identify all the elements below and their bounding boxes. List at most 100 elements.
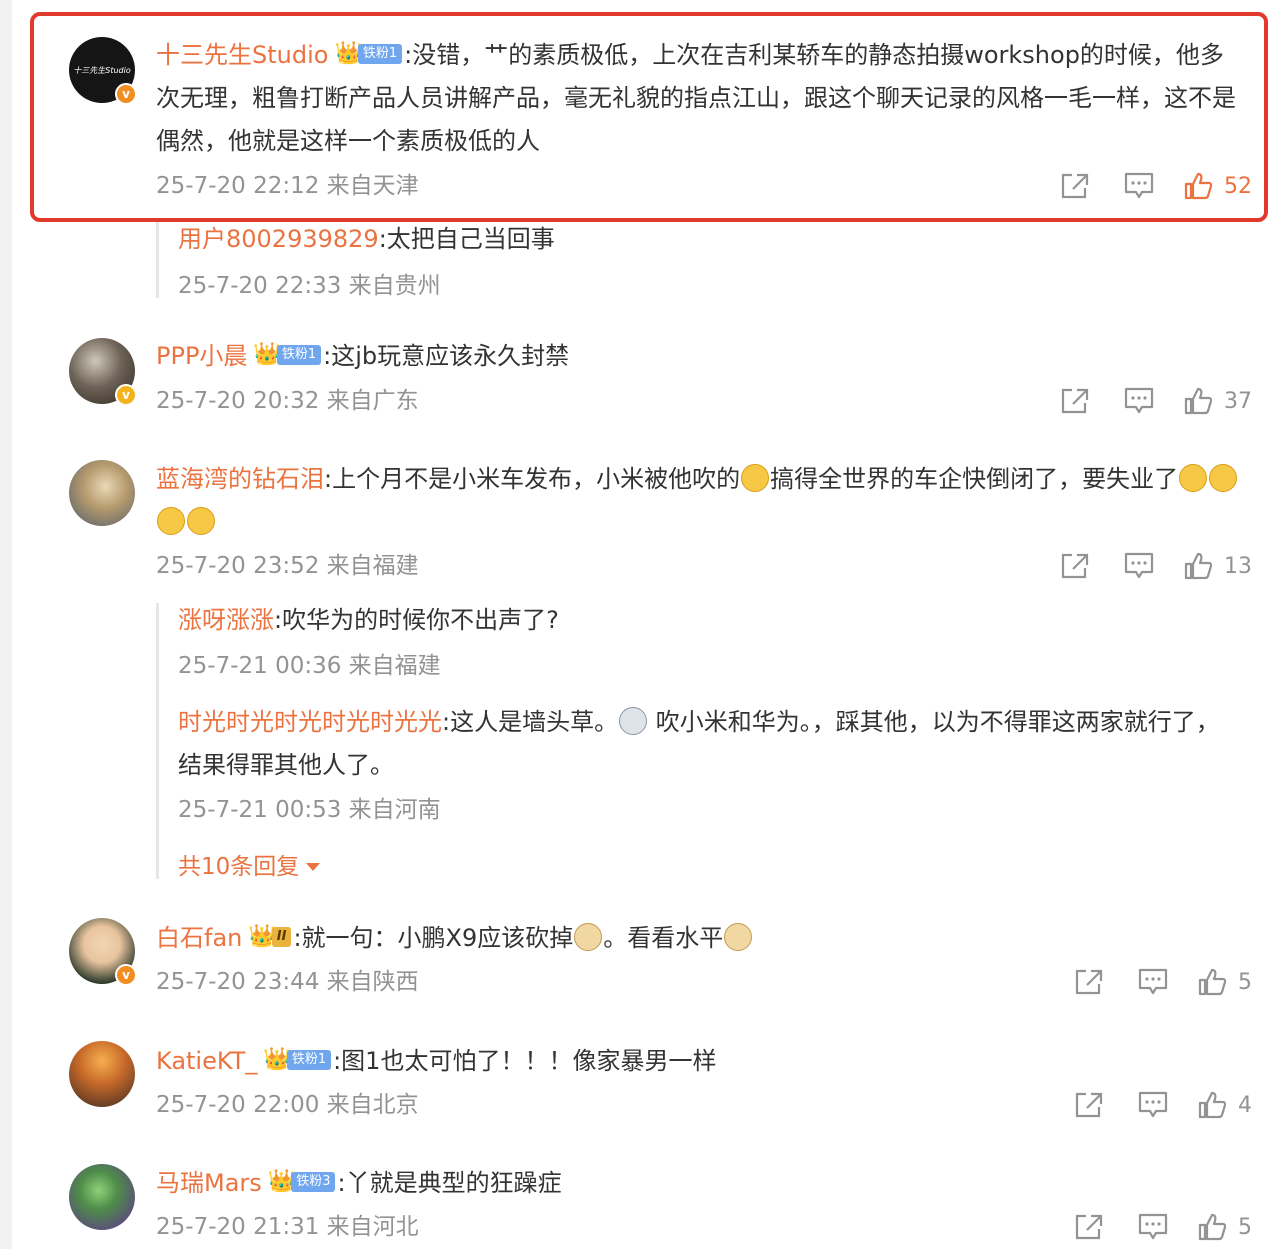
avatar[interactable]: v — [69, 338, 137, 406]
verified-badge: v — [115, 964, 137, 986]
comment-text: :丫就是典型的狂躁症 — [337, 1169, 562, 1197]
verified-badge: v — [115, 384, 137, 406]
thumbs-up-icon — [1184, 387, 1212, 415]
like-button[interactable]: 37 — [1184, 387, 1252, 415]
comment-body: 十三先生Studio 👑 铁粉1:没错，艹的素质极低，上次在吉利某轿车的静态拍摄wo… — [156, 34, 1246, 163]
share-icon — [1075, 969, 1103, 995]
comment-icon — [1138, 1213, 1168, 1240]
crying-laugh-emoji-icon — [157, 507, 185, 535]
share-icon — [1061, 388, 1089, 414]
reply-button[interactable] — [1138, 968, 1168, 996]
share-icon — [1061, 173, 1089, 199]
reply-thread: 用户8002939829:太把自己当回事 25-7-20 22:33 来自贵州 — [156, 222, 1246, 299]
reply-body: 用户8002939829:太把自己当回事 — [178, 218, 555, 261]
like-count: 5 — [1238, 1214, 1252, 1240]
reply-body: 时光时光时光时光时光光:这人是墙头草。 吹小米和华为。，踩其他，以为不得罪这两家… — [178, 701, 1238, 787]
like-button[interactable]: 5 — [1198, 1213, 1252, 1241]
comment-meta: 25-7-20 23:44 来自陕西 — [156, 969, 419, 995]
comment-actions: 13 — [1060, 551, 1252, 581]
share-button[interactable] — [1074, 1091, 1104, 1119]
thumbs-up-icon — [1184, 552, 1212, 580]
comment-icon — [1124, 172, 1154, 199]
comment-body: 白石fan 👑 II:就一句：小鹏X9应该砍掉 。看看水平 — [156, 917, 1246, 960]
username-link[interactable]: 十三先生Studio — [156, 41, 328, 69]
comment-icon — [1124, 552, 1154, 579]
avatar[interactable]: v — [69, 918, 137, 986]
reply-button[interactable] — [1138, 1091, 1168, 1119]
avatar[interactable] — [69, 1164, 135, 1230]
crying-laugh-emoji-icon — [1209, 464, 1238, 492]
smirk-emoji-icon — [741, 464, 770, 492]
username-link[interactable]: 时光时光时光时光时光光 — [178, 708, 442, 736]
comment-meta: 25-7-20 21:31 来自河北 — [156, 1214, 419, 1240]
share-button[interactable] — [1060, 552, 1090, 580]
thumbs-up-icon — [1198, 1213, 1226, 1241]
username-link[interactable]: 蓝海湾的钻石泪 — [156, 465, 324, 493]
share-button[interactable] — [1074, 968, 1104, 996]
username-link[interactable]: 白石fan — [156, 924, 242, 952]
grimace-emoji-icon — [619, 707, 648, 735]
share-button[interactable] — [1074, 1213, 1104, 1241]
comment-meta: 25-7-20 22:00 来自北京 — [156, 1092, 419, 1118]
thumbs-up-icon — [1184, 172, 1212, 200]
reply-button[interactable] — [1124, 387, 1154, 415]
verified-badge: v — [115, 83, 137, 105]
share-icon — [1061, 553, 1089, 579]
reply-text: :吹华为的时候你不出声了? — [274, 606, 559, 634]
crying-laugh-emoji-icon — [187, 507, 215, 535]
avatar-logo-text: 十三先生Studio — [73, 65, 131, 75]
reply-thread: 涨呀涨涨:吹华为的时候你不出声了? 25-7-21 00:36 来自福建 时光时… — [156, 603, 1246, 882]
fan-badge[interactable]: 👑 II — [248, 925, 292, 949]
like-count: 52 — [1224, 173, 1252, 199]
fan-badge[interactable]: 👑 铁粉3 — [268, 1170, 336, 1194]
avatar[interactable] — [69, 1041, 135, 1107]
username-link[interactable]: KatieKT_ — [156, 1047, 257, 1075]
fan-badge[interactable]: 👑 铁粉1 — [263, 1048, 332, 1072]
avatar[interactable] — [69, 460, 135, 526]
comment-body: PPP小晨 👑 铁粉1:这jb玩意应该永久封禁 — [156, 335, 1246, 378]
reply-button[interactable] — [1124, 172, 1154, 200]
reply-button[interactable] — [1138, 1213, 1168, 1241]
comment-body: 蓝海湾的钻石泪:上个月不是小米车发布，小米被他吹的 搞得全世界的车企快倒闭了，要失… — [156, 458, 1246, 544]
username-link[interactable]: 用户8002939829 — [178, 225, 379, 253]
reply-button[interactable] — [1124, 552, 1154, 580]
comment-body: 马瑞Mars 👑 铁粉3:丫就是典型的狂躁症 — [156, 1162, 1246, 1205]
like-button[interactable]: 52 — [1184, 172, 1252, 200]
comment-meta: 25-7-20 20:32 来自广东 — [156, 388, 419, 414]
comment-actions: 5 — [1074, 1212, 1252, 1242]
like-count: 4 — [1238, 1092, 1252, 1118]
like-button[interactable]: 4 — [1198, 1091, 1252, 1119]
thumbs-up-icon — [1198, 1091, 1226, 1119]
crying-laugh-emoji-icon — [1179, 464, 1208, 492]
fan-badge[interactable]: 👑 铁粉1 — [253, 343, 322, 367]
comment-actions: 5 — [1074, 967, 1252, 997]
avatar[interactable]: 十三先生Studio v — [69, 37, 137, 105]
share-icon — [1075, 1214, 1103, 1240]
comment-actions: 52 — [1060, 171, 1252, 201]
comment-body: KatieKT_ 👑 铁粉1:图1也太可怕了！！！像家暴男一样 — [156, 1040, 1246, 1083]
share-button[interactable] — [1060, 387, 1090, 415]
username-link[interactable]: 马瑞Mars — [156, 1169, 262, 1197]
like-count: 5 — [1238, 969, 1252, 995]
comment-text: :就一句：小鹏X9应该砍掉 — [293, 924, 574, 952]
fan-badge[interactable]: 👑 铁粉1 — [334, 42, 403, 66]
like-count: 13 — [1224, 553, 1252, 579]
comment-meta: 25-7-20 22:12 来自天津 — [156, 173, 419, 199]
like-button[interactable]: 13 — [1184, 552, 1252, 580]
comment-text: :这jb玩意应该永久封禁 — [323, 342, 570, 370]
comment-text: :上个月不是小米车发布，小米被他吹的 — [324, 465, 741, 493]
like-button[interactable]: 5 — [1198, 968, 1252, 996]
thumbs-up-icon — [1198, 968, 1226, 996]
username-link[interactable]: PPP小晨 — [156, 342, 247, 370]
reply-meta: 25-7-21 00:36 来自福建 — [178, 653, 441, 679]
share-icon — [1075, 1092, 1103, 1118]
username-link[interactable]: 涨呀涨涨 — [178, 606, 274, 634]
comment-actions: 37 — [1060, 386, 1252, 416]
comment-icon — [1124, 387, 1154, 414]
reply-meta: 25-7-20 22:33 来自贵州 — [178, 273, 441, 299]
comment-actions: 4 — [1074, 1090, 1252, 1120]
comment-text-cont: 。看看水平 — [603, 924, 724, 952]
caret-down-icon — [306, 863, 321, 871]
more-replies-link[interactable]: 共10条回复 — [178, 852, 321, 882]
share-button[interactable] — [1060, 172, 1090, 200]
